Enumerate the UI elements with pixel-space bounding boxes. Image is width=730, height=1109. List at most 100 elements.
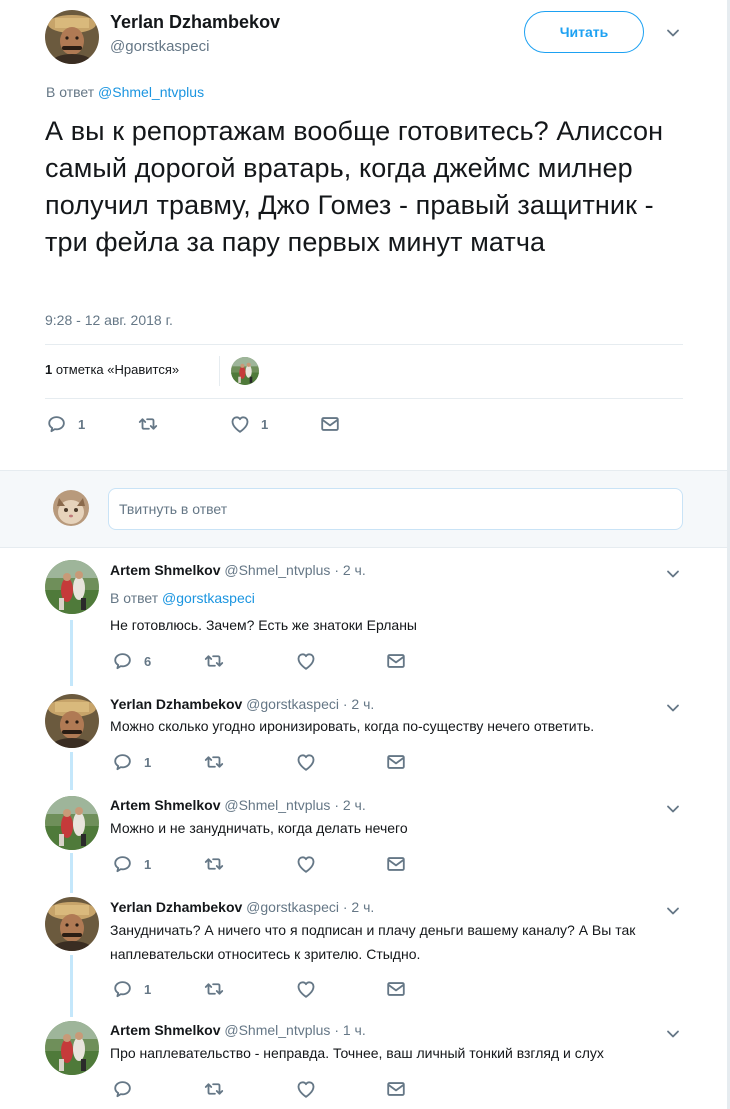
reply-action[interactable]: 6 xyxy=(112,650,151,672)
retweet-action[interactable] xyxy=(202,751,226,773)
reply-action[interactable] xyxy=(112,1078,144,1100)
reply-action[interactable]: 1 xyxy=(112,751,151,773)
reply-icon xyxy=(112,853,134,875)
reply-to-prefix: В ответ xyxy=(110,590,159,606)
reply-author-handle[interactable]: @gorstkaspeci xyxy=(246,696,339,712)
retweet-action[interactable] xyxy=(202,650,226,672)
reply-author-name[interactable]: Artem Shmelkov xyxy=(110,1022,220,1038)
reply-author-name[interactable]: Artem Shmelkov xyxy=(110,797,220,813)
likes-label: отметка «Нравится» xyxy=(55,362,180,377)
reply-icon xyxy=(112,751,134,773)
retweet-action[interactable] xyxy=(202,978,226,1000)
like-action[interactable]: 1 xyxy=(229,413,268,435)
heart-icon xyxy=(295,650,317,672)
author-name[interactable]: Yerlan Dzhambekov xyxy=(110,12,280,33)
retweet-action[interactable] xyxy=(202,1078,226,1100)
reply-to-context: В ответ @Shmel_ntvplus xyxy=(46,84,204,100)
reply-icon xyxy=(112,650,134,672)
reply-action[interactable]: 1 xyxy=(112,853,151,875)
reply-text: Можно сколько угодно иронизировать, когд… xyxy=(110,718,595,734)
chevron-down-icon[interactable] xyxy=(666,802,680,816)
like-action[interactable] xyxy=(295,751,317,773)
retweet-icon xyxy=(202,1078,226,1100)
envelope-icon xyxy=(385,978,407,1000)
author-handle[interactable]: @gorstkaspeci xyxy=(110,38,209,55)
reply-text: Можно и не занудничать, когда делать неч… xyxy=(110,820,408,836)
reply-action[interactable]: 1 xyxy=(112,978,151,1000)
reply-header: Artem Shmelkov @Shmel_ntvplus · 2 ч. xyxy=(110,797,366,813)
envelope-icon xyxy=(385,853,407,875)
envelope-icon xyxy=(319,413,341,435)
reply-author-handle[interactable]: @gorstkaspeci xyxy=(246,899,339,915)
divider xyxy=(45,398,683,399)
envelope-icon xyxy=(385,751,407,773)
reply-tweet[interactable]: Artem Shmelkov @Shmel_ntvplus · 1 ч. Про… xyxy=(0,1009,727,1109)
like-action[interactable] xyxy=(295,853,317,875)
like-action[interactable] xyxy=(295,650,317,672)
main-tweet: Yerlan Dzhambekov @gorstkaspeci Читать В… xyxy=(0,0,727,470)
chevron-down-icon[interactable] xyxy=(666,701,680,715)
reply-author-name[interactable]: Yerlan Dzhambekov xyxy=(110,696,242,712)
reply-input[interactable]: Твитнуть в ответ xyxy=(108,488,683,530)
chevron-down-icon[interactable] xyxy=(666,904,680,918)
reply-action[interactable]: 1 xyxy=(46,413,85,435)
reply-time[interactable]: · 1 ч. xyxy=(334,1022,365,1038)
chevron-down-icon[interactable] xyxy=(666,567,680,581)
reply-count: 1 xyxy=(144,856,152,872)
reply-time[interactable]: · 2 ч. xyxy=(334,797,365,813)
reply-composer: Твитнуть в ответ xyxy=(0,470,727,548)
tweet-timestamp[interactable]: 9:28 - 12 авг. 2018 г. xyxy=(45,312,173,328)
reply-avatar[interactable] xyxy=(45,897,99,951)
likes-count: 1 xyxy=(45,362,53,377)
retweet-icon xyxy=(202,751,226,773)
reply-tweet[interactable]: Artem Shmelkov @Shmel_ntvplus · 2 ч. Мож… xyxy=(0,784,727,884)
dm-action[interactable] xyxy=(385,650,407,672)
heart-icon xyxy=(295,751,317,773)
follow-button[interactable]: Читать xyxy=(524,11,644,53)
retweet-action[interactable] xyxy=(136,413,160,435)
like-action[interactable] xyxy=(295,1078,317,1100)
reply-time[interactable]: · 2 ч. xyxy=(343,696,374,712)
reply-avatar[interactable] xyxy=(45,1021,99,1075)
like-action[interactable] xyxy=(295,978,317,1000)
retweet-icon xyxy=(202,978,226,1000)
reply-author-handle[interactable]: @Shmel_ntvplus xyxy=(224,797,330,813)
likes-summary[interactable]: 1 отметка «Нравится» xyxy=(45,362,179,377)
reply-author-handle[interactable]: @Shmel_ntvplus xyxy=(224,1022,330,1038)
reply-count: 6 xyxy=(144,653,152,669)
reply-tweet[interactable]: Yerlan Dzhambekov @gorstkaspeci · 2 ч. М… xyxy=(0,682,727,782)
divider xyxy=(45,344,683,345)
reply-count: 1 xyxy=(144,981,152,997)
reply-time[interactable]: · 2 ч. xyxy=(334,562,365,578)
tweet-text: А вы к репортажам вообще готовитесь? Али… xyxy=(45,116,664,257)
dm-action[interactable] xyxy=(385,751,407,773)
reply-tweet[interactable]: Artem Shmelkov @Shmel_ntvplus · 2 ч. В о… xyxy=(0,548,727,678)
reply-avatar[interactable] xyxy=(45,560,99,614)
reply-count: 1 xyxy=(144,754,152,770)
author-avatar[interactable] xyxy=(45,10,99,64)
dm-action[interactable] xyxy=(319,413,341,435)
reply-avatar[interactable] xyxy=(45,694,99,748)
reply-author-name[interactable]: Yerlan Dzhambekov xyxy=(110,899,242,915)
divider xyxy=(219,356,220,386)
retweet-icon xyxy=(136,413,160,435)
reply-time[interactable]: · 2 ч. xyxy=(343,899,374,915)
reply-icon xyxy=(112,978,134,1000)
chevron-down-icon[interactable] xyxy=(666,26,680,40)
reply-author-name[interactable]: Artem Shmelkov xyxy=(110,562,220,578)
chevron-down-icon[interactable] xyxy=(666,1027,680,1041)
dm-action[interactable] xyxy=(385,853,407,875)
reply-icon xyxy=(46,413,68,435)
reply-author-handle[interactable]: @Shmel_ntvplus xyxy=(224,562,330,578)
heart-icon xyxy=(295,853,317,875)
dm-action[interactable] xyxy=(385,1078,407,1100)
reply-tweet[interactable]: Yerlan Dzhambekov @gorstkaspeci · 2 ч. З… xyxy=(0,885,727,1010)
dm-action[interactable] xyxy=(385,978,407,1000)
reply-avatar[interactable] xyxy=(45,796,99,850)
heart-icon xyxy=(295,978,317,1000)
reply-to-handle-link[interactable]: @gorstkaspeci xyxy=(162,590,255,606)
reply-to-handle-link[interactable]: @Shmel_ntvplus xyxy=(98,84,204,100)
reply-header: Artem Shmelkov @Shmel_ntvplus · 1 ч. xyxy=(110,1022,366,1038)
liker-avatar[interactable] xyxy=(231,357,259,385)
retweet-action[interactable] xyxy=(202,853,226,875)
